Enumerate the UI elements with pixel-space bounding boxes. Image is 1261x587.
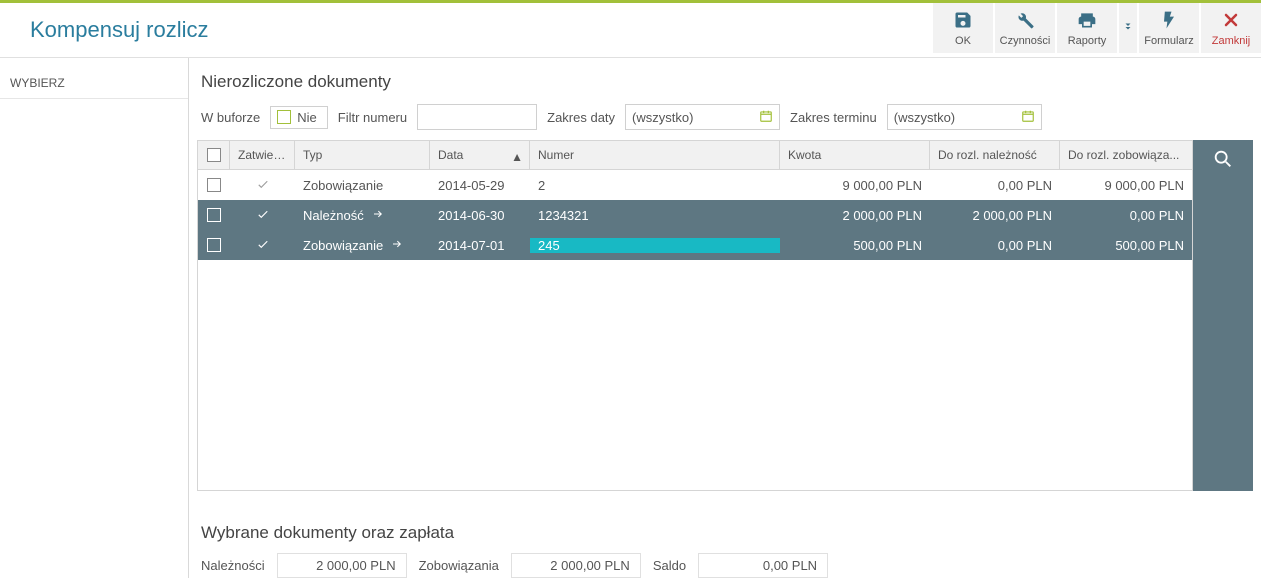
czynnosci-label: Czynności: [1000, 35, 1051, 47]
saldo-label: Saldo: [653, 558, 686, 573]
raporty-button[interactable]: Raporty: [1057, 3, 1117, 53]
bufor-label: W buforze: [201, 110, 260, 125]
section-title: Nierozliczone dokumenty: [197, 66, 1253, 104]
bufor-checkbox[interactable]: Nie: [270, 106, 328, 129]
calendar-icon: [759, 109, 773, 126]
grid-header: Zatwier... Typ Data▲ Numer Kwota Do rozl…: [198, 141, 1192, 170]
col-rozl-n[interactable]: Do rozl. należność: [930, 141, 1060, 169]
zakres-daty-field[interactable]: (wszystko): [625, 104, 780, 130]
cell-zatw: [230, 207, 295, 224]
col-zatw[interactable]: Zatwier...: [230, 141, 295, 169]
cell-numer: 1234321: [530, 208, 780, 223]
naleznosci-value: 2 000,00 PLN: [277, 553, 407, 578]
zakres-daty-value: (wszystko): [632, 110, 693, 125]
cell-rozl-n: 0,00 PLN: [930, 238, 1060, 253]
cell-typ: Zobowiązanie: [295, 178, 430, 193]
arrow-right-icon: [391, 238, 403, 253]
ok-button[interactable]: OK: [933, 3, 993, 53]
search-icon[interactable]: [1212, 148, 1234, 173]
topbar: Kompensuj rozlicz OK Czynności Raporty F…: [0, 0, 1261, 58]
cell-kwota: 500,00 PLN: [780, 238, 930, 253]
zakres-terminu-label: Zakres terminu: [790, 110, 877, 125]
checkbox-icon: [207, 238, 221, 252]
print-icon: [1077, 10, 1097, 35]
wrench-icon: [1015, 10, 1035, 35]
cell-kwota: 9 000,00 PLN: [780, 178, 930, 193]
save-icon: [953, 10, 973, 35]
zobowiazania-value: 2 000,00 PLN: [511, 553, 641, 578]
sidebar: WYBIERZ: [0, 58, 189, 578]
grid: Zatwier... Typ Data▲ Numer Kwota Do rozl…: [197, 140, 1193, 491]
cell-data: 2014-06-30: [430, 208, 530, 223]
row-select[interactable]: [198, 238, 230, 252]
zamknij-label: Zamknij: [1212, 35, 1251, 47]
cell-data: 2014-07-01: [430, 238, 530, 253]
sort-asc-icon: ▲: [511, 150, 523, 164]
cell-data: 2014-05-29: [430, 178, 530, 193]
bufor-value: Nie: [297, 110, 317, 125]
zakres-terminu-value: (wszystko): [894, 110, 955, 125]
table-row[interactable]: Należność2014-06-3012343212 000,00 PLN2 …: [198, 200, 1192, 230]
close-icon: [1221, 10, 1241, 35]
sidebar-item-wybierz[interactable]: WYBIERZ: [0, 68, 188, 99]
row-select[interactable]: [198, 208, 230, 222]
col-select-all[interactable]: [198, 141, 230, 169]
table-row[interactable]: Zobowiązanie2014-05-2929 000,00 PLN0,00 …: [198, 170, 1192, 200]
zamknij-button[interactable]: Zamknij: [1201, 3, 1261, 53]
ok-label: OK: [955, 35, 971, 47]
zakres-terminu-field[interactable]: (wszystko): [887, 104, 1042, 130]
cell-zatw: [230, 237, 295, 254]
bottom-title: Wybrane dokumenty oraz zapłata: [201, 519, 1249, 553]
checkbox-icon: [207, 208, 221, 222]
checkbox-icon: [207, 148, 221, 162]
arrow-right-icon: [372, 208, 384, 223]
col-rozl-z[interactable]: Do rozl. zobowiąza...: [1060, 141, 1192, 169]
cell-typ: Należność: [295, 208, 430, 223]
cell-kwota: 2 000,00 PLN: [780, 208, 930, 223]
naleznosci-label: Należności: [201, 558, 265, 573]
table-row[interactable]: Zobowiązanie2014-07-01245500,00 PLN0,00 …: [198, 230, 1192, 260]
toolbar-dropdown[interactable]: [1119, 3, 1137, 53]
filtr-input[interactable]: [417, 104, 537, 130]
czynnosci-button[interactable]: Czynności: [995, 3, 1055, 53]
col-numer[interactable]: Numer: [530, 141, 780, 169]
checkbox-icon: [207, 178, 221, 192]
raporty-label: Raporty: [1068, 35, 1107, 47]
col-typ[interactable]: Typ: [295, 141, 430, 169]
formularz-button[interactable]: Formularz: [1139, 3, 1199, 53]
page-title: Kompensuj rozlicz: [0, 3, 931, 57]
row-select[interactable]: [198, 178, 230, 192]
zobowiazania-label: Zobowiązania: [419, 558, 499, 573]
bolt-icon: [1159, 10, 1179, 35]
cell-zatw: [230, 177, 295, 194]
cell-typ: Zobowiązanie: [295, 238, 430, 253]
cell-rozl-z: 0,00 PLN: [1060, 208, 1192, 223]
calendar-icon: [1021, 109, 1035, 126]
chevron-down-icon: [1122, 21, 1134, 36]
col-data[interactable]: Data▲: [430, 141, 530, 169]
cell-numer: 2: [530, 178, 780, 193]
saldo-value: 0,00 PLN: [698, 553, 828, 578]
cell-numer: 245: [530, 238, 780, 253]
filters: W buforze Nie Filtr numeru Zakres daty (…: [197, 104, 1253, 140]
grid-sidebar: [1193, 140, 1253, 491]
zakres-daty-label: Zakres daty: [547, 110, 615, 125]
checkbox-icon: [277, 110, 291, 124]
col-kwota[interactable]: Kwota: [780, 141, 930, 169]
filtr-label: Filtr numeru: [338, 110, 407, 125]
cell-rozl-z: 500,00 PLN: [1060, 238, 1192, 253]
cell-rozl-z: 9 000,00 PLN: [1060, 178, 1192, 193]
cell-rozl-n: 2 000,00 PLN: [930, 208, 1060, 223]
formularz-label: Formularz: [1144, 35, 1194, 47]
cell-rozl-n: 0,00 PLN: [930, 178, 1060, 193]
